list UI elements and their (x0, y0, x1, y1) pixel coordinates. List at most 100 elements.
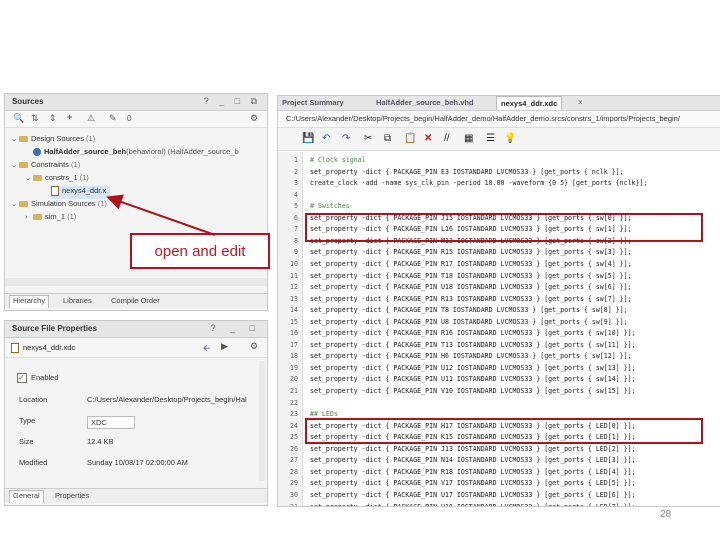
line-number: 20 (290, 375, 298, 384)
editor-tabs: Project Summary HalfAdder_source_beh.vhd… (278, 96, 720, 111)
code-line[interactable]: 22 (278, 399, 720, 410)
line-number: 3 (294, 179, 298, 188)
code-line[interactable]: 10 set_property -dict { PACKAGE_PIN R17 I… (278, 260, 720, 271)
line-number: 21 (290, 387, 298, 395)
code-line[interactable]: 12 set_property -dict { PACKAGE_PIN U18 I… (278, 283, 720, 294)
tab-project-summary[interactable]: Project Summary (282, 98, 344, 107)
line-number: 23 (290, 410, 298, 419)
line-number: 7 (294, 225, 298, 234)
code-text: set_property -dict { PACKAGE_PIN U16 IOS… (310, 502, 636, 507)
code-text: # Clock signal (310, 156, 366, 164)
code-line[interactable]: 1 # Clock signal (278, 156, 720, 167)
tab-nexys4-xdc[interactable]: nexys4_ddr.xdc (496, 96, 563, 110)
line-number: 26 (290, 444, 298, 453)
undo-icon[interactable]: ↶ (322, 133, 330, 144)
code-text: set_property -dict { PACKAGE_PIN T13 IOS… (310, 340, 636, 349)
copy-icon[interactable]: ⧉ (384, 133, 391, 144)
code-line[interactable]: 20 set_property -dict { PACKAGE_PIN U11 I… (278, 375, 720, 386)
code-line[interactable]: 29 set_property -dict { PACKAGE_PIN V17 I… (278, 479, 720, 490)
page-number: 28 (660, 509, 672, 520)
code-text: set_property -dict { PACKAGE_PIN R15 IOS… (310, 248, 632, 257)
line-number: 6 (294, 213, 298, 222)
code-line[interactable]: 2 set_property -dict { PACKAGE_PIN E3 IOS… (278, 168, 720, 179)
code-text: set_property -dict { PACKAGE_PIN U17 IOS… (310, 490, 636, 499)
tab-halfadder-source[interactable]: HalfAdder_source_beh.vhd (376, 98, 474, 107)
line-number: 4 (294, 190, 298, 199)
code-text: set_property -dict { PACKAGE_PIN V17 IOS… (310, 479, 636, 488)
delete-icon[interactable]: ✕ (424, 133, 432, 144)
paste-icon[interactable]: 📋 (404, 133, 416, 144)
code-line[interactable]: 15 set_property -dict { PACKAGE_PIN U8 IO… (278, 318, 720, 329)
format-icon[interactable]: ☰ (486, 133, 495, 144)
code-text: set_property -dict { PACKAGE_PIN R17 IOS… (310, 259, 632, 268)
line-number: 31 (290, 502, 298, 507)
line-number: 9 (294, 248, 298, 257)
code-text: set_property -dict { PACKAGE_PIN H6 IOST… (310, 352, 632, 361)
line-number: 30 (290, 490, 298, 499)
code-text: set_property -dict { PACKAGE_PIN U12 IOS… (310, 363, 636, 372)
code-line[interactable]: 14 set_property -dict { PACKAGE_PIN T8 IO… (278, 306, 720, 317)
xdc-editor: Project Summary HalfAdder_source_beh.vhd… (277, 95, 720, 507)
line-number: 15 (290, 317, 298, 326)
file-path: C:/Users/Alexander/Desktop/Projects_begi… (286, 114, 680, 123)
code-line[interactable]: 11 set_property -dict { PACKAGE_PIN T18 I… (278, 272, 720, 283)
line-number: 28 (290, 467, 298, 476)
code-text: set_property -dict { PACKAGE_PIN R18 IOS… (310, 467, 636, 476)
comment-icon[interactable]: // (444, 133, 450, 144)
code-text: set_property -dict { PACKAGE_PIN U8 IOST… (310, 317, 628, 326)
code-line[interactable]: 5 # Switches (278, 202, 720, 213)
editor-toolbar: 💾 ↶ ↷ ✂ ⧉ 📋 ✕ // ▦ ☰ 💡 (278, 128, 720, 151)
code-line[interactable]: 13 set_property -dict { PACKAGE_PIN R13 I… (278, 295, 720, 306)
code-line[interactable]: 18 set_property -dict { PACKAGE_PIN H6 IO… (278, 352, 720, 363)
line-number: 19 (290, 363, 298, 372)
line-number: 14 (290, 306, 298, 315)
code-text: set_property -dict { PACKAGE_PIN T18 IOS… (310, 271, 632, 280)
code-line[interactable]: 4 (278, 191, 720, 202)
save-icon[interactable]: 💾 (302, 133, 314, 144)
code-line[interactable]: 27 set_property -dict { PACKAGE_PIN N14 I… (278, 456, 720, 467)
find-icon[interactable]: ▦ (464, 133, 473, 144)
code-line[interactable]: 26 set_property -dict { PACKAGE_PIN J13 I… (278, 445, 720, 456)
code-text: set_property -dict { PACKAGE_PIN R13 IOS… (310, 294, 632, 303)
code-line[interactable]: 31 set_property -dict { PACKAGE_PIN U16 I… (278, 502, 720, 507)
line-number: 16 (290, 329, 298, 338)
code-line[interactable]: 3 create_clock -add -name sys_clk_pin -pe… (278, 179, 720, 190)
code-text: set_property -dict { PACKAGE_PIN N14 IOS… (310, 456, 636, 465)
code-line[interactable]: 28 set_property -dict { PACKAGE_PIN R18 I… (278, 468, 720, 479)
code-text: set_property -dict { PACKAGE_PIN R16 IOS… (310, 329, 636, 338)
line-number: 29 (290, 479, 298, 488)
line-number: 2 (294, 167, 298, 176)
line-number: 25 (290, 433, 298, 442)
code-text: set_property -dict { PACKAGE_PIN E3 IOST… (310, 167, 624, 176)
code-text: set_property -dict { PACKAGE_PIN U18 IOS… (310, 283, 632, 292)
line-number: 10 (290, 259, 298, 268)
code-line[interactable]: 30 set_property -dict { PACKAGE_PIN U17 I… (278, 491, 720, 502)
line-number: 24 (290, 421, 298, 430)
line-number: 22 (290, 398, 298, 407)
code-line[interactable]: 17 set_property -dict { PACKAGE_PIN T13 I… (278, 341, 720, 352)
code-text: set_property -dict { PACKAGE_PIN J13 IOS… (310, 444, 636, 453)
line-number: 12 (290, 283, 298, 292)
code-text: set_property -dict { PACKAGE_PIN T8 IOST… (310, 306, 628, 315)
line-number: 18 (290, 352, 298, 361)
highlight-led-lines (305, 418, 703, 444)
editor-path-bar: C:/Users/Alexander/Desktop/Projects_begi… (278, 111, 720, 128)
code-text: ## LEDs (310, 410, 338, 419)
line-number: 17 (290, 340, 298, 349)
line-number: 11 (290, 271, 298, 280)
line-number: 13 (290, 294, 298, 303)
redo-icon[interactable]: ↷ (342, 133, 350, 144)
line-number: 1 (294, 156, 298, 164)
line-number: 8 (294, 236, 298, 245)
code-line[interactable]: 16 set_property -dict { PACKAGE_PIN R16 I… (278, 329, 720, 340)
close-icon[interactable]: × (578, 98, 583, 107)
code-line[interactable]: 9 set_property -dict { PACKAGE_PIN R15 IO… (278, 248, 720, 259)
code-line[interactable]: 21 set_property -dict { PACKAGE_PIN V10 I… (278, 387, 720, 398)
code-text: # Switches (310, 202, 350, 211)
cut-icon[interactable]: ✂ (364, 133, 372, 144)
line-number: 27 (290, 456, 298, 465)
line-number: 5 (294, 202, 298, 211)
bulb-icon[interactable]: 💡 (504, 133, 516, 144)
code-line[interactable]: 19 set_property -dict { PACKAGE_PIN U12 I… (278, 364, 720, 375)
code-lines[interactable]: 1 # Clock signal 2 set_property -dict { PAC… (278, 156, 720, 506)
